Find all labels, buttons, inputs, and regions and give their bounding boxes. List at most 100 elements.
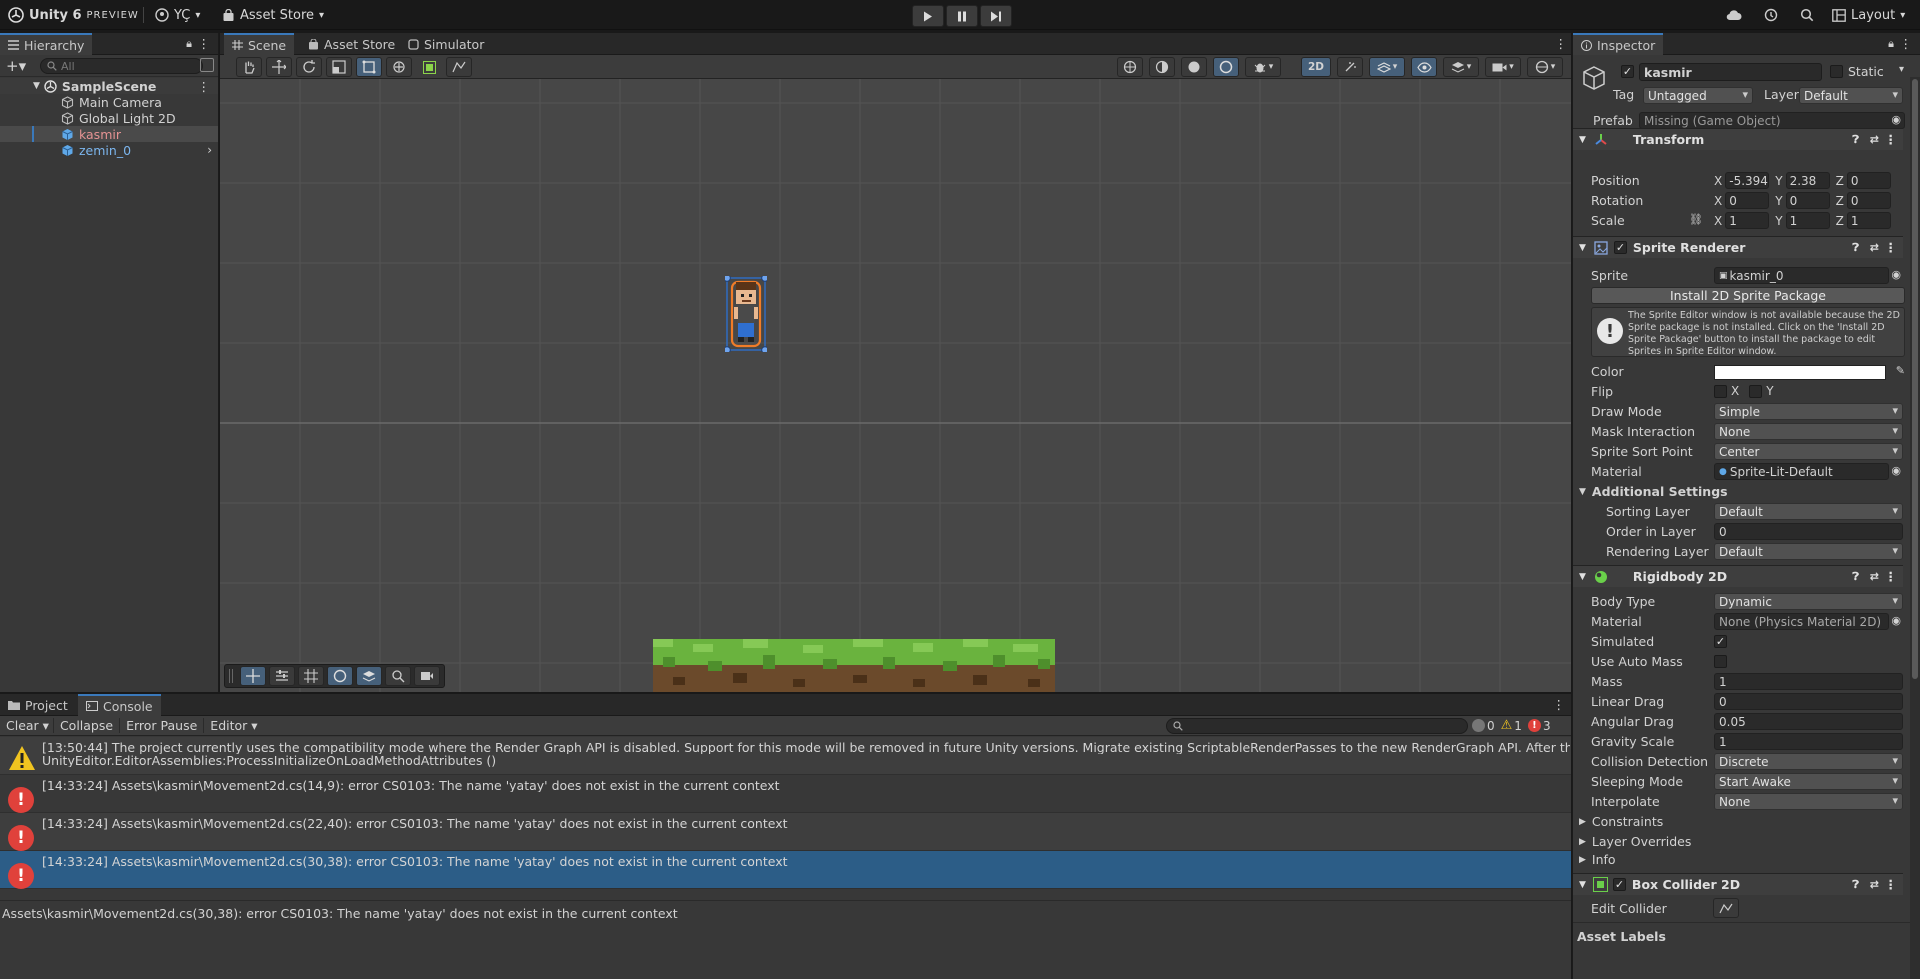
material-field[interactable]: ● Sprite-Lit-Default — [1714, 463, 1889, 480]
sprite-field[interactable]: ▣ kasmir_0 — [1714, 267, 1889, 284]
transform-header[interactable]: ▼ Transform ❓︎ ⇄ ⋮ — [1573, 128, 1903, 150]
hierarchy-item-zemin[interactable]: zemin_0 › — [0, 142, 218, 158]
effects-dropdown[interactable]: ▾ — [1369, 57, 1405, 77]
overlay-snap-button[interactable] — [269, 666, 295, 686]
chevron-down-icon[interactable]: ▾ — [1899, 64, 1904, 75]
console-search-input[interactable] — [1166, 718, 1468, 734]
sort-point-dropdown[interactable]: Center — [1714, 443, 1903, 460]
tab-inspector[interactable]: Inspector — [1573, 33, 1664, 55]
interpolate-dropdown[interactable]: None — [1714, 793, 1903, 810]
shading-wire-button[interactable] — [1149, 57, 1175, 77]
scale-x-field[interactable]: 1 — [1725, 212, 1770, 229]
scale-z-field[interactable]: 1 — [1846, 212, 1891, 229]
pause-button[interactable] — [946, 5, 978, 27]
layer-overrides-foldout[interactable]: ▶ Layer Overrides — [1579, 834, 1691, 849]
overlay-layers-button[interactable] — [356, 666, 382, 686]
rect-tool-button[interactable] — [356, 57, 382, 77]
camera-dropdown[interactable]: ▾ — [1485, 57, 1521, 77]
rigidbody2d-header[interactable]: ▼ Rigidbody 2D ❓︎ ⇄ ⋮ — [1573, 565, 1903, 587]
asset-store-dropdown[interactable]: Asset Store ▾ — [222, 5, 324, 25]
console-message-error[interactable]: ! [14:33:24] Assets\kasmir\Movement2d.cs… — [0, 775, 1571, 813]
lock-icon[interactable]: 🔒︎ — [1888, 37, 1894, 51]
edit-collider-tool[interactable] — [446, 57, 472, 77]
kasmir-sprite[interactable] — [725, 276, 767, 352]
collision-detection-dropdown[interactable]: Discrete — [1714, 753, 1903, 770]
warning-count-toggle[interactable]: ⚠ 1 — [1501, 718, 1522, 733]
move-tool-button[interactable] — [266, 57, 292, 77]
help-icon[interactable]: ❓︎ — [1852, 241, 1859, 255]
enabled-checkbox[interactable]: ✓ — [1613, 241, 1627, 254]
undo-history-button[interactable] — [1764, 5, 1778, 25]
rotation-y-field[interactable]: 0 — [1785, 192, 1830, 209]
help-icon[interactable]: ❓︎ — [1852, 570, 1859, 584]
physics-material-field[interactable]: None (Physics Material 2D) — [1714, 613, 1889, 630]
constraints-foldout[interactable]: ▶ Constraints — [1579, 814, 1663, 829]
box-collider-header[interactable]: ▼ ✓ Box Collider 2D ❓︎ ⇄ ⋮ — [1573, 873, 1903, 895]
sleeping-mode-dropdown[interactable]: Start Awake — [1714, 773, 1903, 790]
active-checkbox[interactable]: ✓ — [1621, 65, 1634, 78]
debug-draw-dropdown[interactable]: ▾ — [1245, 57, 1281, 77]
scale-tool-button[interactable] — [326, 57, 352, 77]
color-swatch[interactable] — [1714, 365, 1886, 380]
scale-y-field[interactable]: 1 — [1785, 212, 1830, 229]
eyedropper-icon[interactable]: ✎ — [1896, 364, 1905, 377]
step-button[interactable] — [980, 5, 1012, 27]
overlay-lit-button[interactable] — [327, 666, 353, 686]
object-picker-icon[interactable]: ◉ — [1891, 464, 1901, 477]
hierarchy-search-input[interactable]: All — [40, 58, 203, 74]
mass-field[interactable]: 1 — [1714, 673, 1903, 690]
object-picker-icon[interactable]: ◉ — [1891, 268, 1901, 281]
2d-mode-toggle[interactable]: 2D — [1301, 57, 1331, 77]
error-pause-button[interactable]: Error Pause — [119, 718, 203, 733]
scene-viewport[interactable] — [220, 79, 1571, 692]
auto-mass-checkbox[interactable] — [1714, 655, 1727, 668]
play-button[interactable] — [912, 5, 944, 27]
overlay-move-button[interactable] — [240, 666, 266, 686]
info-foldout[interactable]: ▶ Info — [1579, 852, 1616, 867]
expand-arrow-icon[interactable]: ▼ — [33, 81, 40, 91]
hierarchy-item-global-light[interactable]: Global Light 2D — [0, 110, 218, 126]
console-message-warning[interactable]: [13:50:44] The project currently uses th… — [0, 737, 1571, 775]
inspector-scrollbar[interactable] — [1910, 77, 1920, 979]
clear-button[interactable]: Clear ▾ — [2, 718, 53, 733]
draw-mode-dropdown[interactable]: Simple — [1714, 403, 1903, 420]
sorting-layer-dropdown[interactable]: Default — [1714, 503, 1903, 520]
more-options-icon[interactable]: ⋮ — [1555, 36, 1568, 51]
more-options-icon[interactable]: ⋮ — [1553, 697, 1566, 712]
object-name-field[interactable]: kasmir — [1639, 63, 1822, 81]
rotation-z-field[interactable]: 0 — [1846, 192, 1891, 209]
console-message-error[interactable]: ! [14:33:24] Assets\kasmir\Movement2d.cs… — [0, 813, 1571, 851]
help-icon[interactable]: ❓︎ — [1852, 878, 1859, 892]
position-x-field[interactable]: -5.394 — [1725, 172, 1770, 189]
presets-icon[interactable]: ⇄ — [1870, 570, 1879, 583]
hierarchy-item-kasmir[interactable]: kasmir — [0, 126, 218, 142]
drag-handle-icon[interactable] — [229, 669, 233, 683]
tab-project[interactable]: Project — [0, 694, 76, 716]
add-icon[interactable]: +▾ — [6, 57, 26, 75]
mask-interaction-dropdown[interactable]: None — [1714, 423, 1903, 440]
install-sprite-package-button[interactable]: Install 2D Sprite Package — [1591, 287, 1905, 304]
layers-dropdown[interactable]: ▾ — [1443, 57, 1479, 77]
prefab-field[interactable]: Missing (Game Object) — [1639, 112, 1905, 129]
more-options-icon[interactable]: ⋮ — [198, 36, 211, 51]
account-dropdown[interactable]: YÇ ▾ — [155, 5, 200, 25]
editor-dropdown[interactable]: Editor ▾ — [203, 718, 263, 733]
search-type-icon[interactable] — [200, 58, 214, 72]
rotation-x-field[interactable]: 0 — [1725, 192, 1770, 209]
sprite-renderer-header[interactable]: ▼ ✓ Sprite Renderer ❓︎ ⇄ ⋮ — [1573, 236, 1903, 258]
static-checkbox[interactable] — [1830, 65, 1843, 78]
angular-drag-field[interactable]: 0.05 — [1714, 713, 1903, 730]
gravity-scale-field[interactable]: 1 — [1714, 733, 1903, 750]
collapse-button[interactable]: Collapse — [52, 718, 119, 733]
position-z-field[interactable]: 0 — [1846, 172, 1891, 189]
console-message-error-selected[interactable]: ! [14:33:24] Assets\kasmir\Movement2d.cs… — [0, 851, 1571, 889]
tab-scene[interactable]: Scene — [224, 33, 295, 55]
overlay-grid-button[interactable] — [298, 666, 324, 686]
layout-dropdown[interactable]: Layout ▾ — [1832, 5, 1905, 25]
tag-dropdown[interactable]: Untagged — [1643, 87, 1753, 104]
lock-icon[interactable]: 🔒︎ — [186, 37, 192, 51]
gizmos-dropdown[interactable]: ▾ — [1527, 57, 1563, 77]
error-count-toggle[interactable]: ! 3 — [1527, 719, 1551, 733]
object-picker-icon[interactable]: ◉ — [1891, 113, 1901, 126]
presets-icon[interactable]: ⇄ — [1870, 878, 1879, 891]
